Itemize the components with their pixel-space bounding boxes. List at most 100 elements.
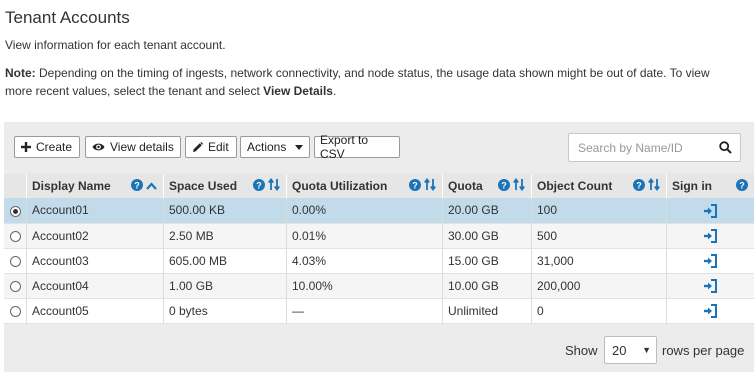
column-quota[interactable]: Quota ?	[442, 174, 532, 198]
cell-object-count: 200,000	[531, 273, 667, 299]
row-radio[interactable]	[9, 230, 21, 242]
edit-button[interactable]: Edit	[185, 136, 237, 158]
help-icon[interactable]: ?	[131, 178, 143, 194]
rows-per-page-value: 20	[612, 343, 627, 358]
svg-text:?: ?	[412, 180, 418, 190]
column-space-used[interactable]: Space Used ?	[163, 174, 287, 198]
row-radio[interactable]	[9, 255, 21, 267]
cell-display-name: Account04	[26, 273, 164, 299]
cell-quota: 10.00 GB	[442, 273, 532, 299]
row-select-cell	[4, 273, 27, 299]
svg-text:?: ?	[256, 180, 262, 190]
help-icon[interactable]: ?	[409, 178, 421, 194]
column-label: Quota	[448, 179, 483, 193]
row-select-cell	[4, 298, 27, 324]
column-display-name[interactable]: Display Name ?	[26, 174, 164, 198]
svg-text:?: ?	[739, 180, 745, 190]
table-header-row: Display Name ? Space Used ? Quota Utiliz…	[4, 174, 754, 198]
sort-arrows-icon[interactable]	[424, 177, 436, 194]
help-icon[interactable]: ?	[633, 178, 645, 194]
cell-quota-utilization: 0.01%	[286, 223, 443, 249]
sign-in-icon[interactable]	[703, 278, 718, 293]
sort-ascending-icon[interactable]	[146, 179, 157, 193]
row-select-cell	[4, 248, 27, 274]
sign-in-icon[interactable]	[703, 253, 718, 268]
row-radio[interactable]	[9, 205, 21, 217]
sign-in-icon[interactable]	[703, 303, 718, 318]
note-text: Depending on the timing of ingests, netw…	[5, 66, 710, 98]
actions-label: Actions	[247, 140, 287, 154]
row-radio[interactable]	[9, 280, 21, 292]
cell-sign-in	[666, 198, 754, 224]
plus-icon	[21, 142, 31, 152]
help-icon[interactable]: ?	[736, 178, 748, 194]
cell-object-count: 0	[531, 298, 667, 324]
sort-arrows-icon[interactable]	[268, 177, 280, 194]
note-label: Note:	[5, 66, 36, 80]
cell-quota: Unlimited	[442, 298, 532, 324]
cell-quota: 20.00 GB	[442, 198, 532, 224]
create-button[interactable]: Create	[14, 136, 80, 158]
select-column-header	[4, 174, 27, 198]
toolbar: Create View details Edit Actions Export …	[4, 122, 754, 174]
cell-display-name: Account02	[26, 223, 164, 249]
cell-sign-in	[666, 298, 754, 324]
cell-sign-in	[666, 273, 754, 299]
pagination-bar: Show 20 ▼ rows per page	[4, 326, 754, 372]
table-row[interactable]: Account05 0 bytes — Unlimited 0	[4, 298, 754, 324]
sign-in-icon[interactable]	[703, 203, 718, 218]
tenant-table: Display Name ? Space Used ? Quota Utiliz…	[4, 174, 754, 324]
pencil-icon	[192, 141, 203, 153]
column-label: Sign in	[672, 179, 712, 193]
table-row[interactable]: Account04 1.00 GB 10.00% 10.00 GB 200,000	[4, 273, 754, 299]
page-subtitle: View information for each tenant account…	[5, 38, 226, 52]
cell-space-used: 1.00 GB	[163, 273, 287, 299]
search-box	[568, 133, 741, 162]
help-icon[interactable]: ?	[253, 178, 265, 194]
note-view-details: View Details	[263, 84, 333, 98]
column-object-count[interactable]: Object Count ?	[531, 174, 667, 198]
table-row[interactable]: Account03 605.00 MB 4.03% 15.00 GB 31,000	[4, 248, 754, 274]
cell-sign-in	[666, 248, 754, 274]
sort-arrows-icon[interactable]	[648, 177, 660, 194]
note-end: .	[332, 84, 337, 98]
search-input[interactable]	[578, 140, 713, 156]
sign-in-icon[interactable]	[703, 228, 718, 243]
row-radio[interactable]	[9, 305, 21, 317]
row-select-cell	[4, 223, 27, 249]
column-label: Display Name	[32, 179, 111, 193]
view-details-button[interactable]: View details	[85, 136, 181, 158]
usage-note: Note: Depending on the timing of ingests…	[5, 64, 740, 100]
cell-object-count: 500	[531, 223, 667, 249]
cell-sign-in	[666, 223, 754, 249]
column-label: Space Used	[169, 179, 238, 193]
actions-dropdown[interactable]: Actions	[240, 136, 310, 158]
svg-text:?: ?	[501, 180, 507, 190]
column-sign-in: Sign in ?	[666, 174, 754, 198]
column-label: Object Count	[537, 179, 613, 193]
svg-text:?: ?	[636, 180, 642, 190]
cell-quota: 30.00 GB	[442, 223, 532, 249]
export-csv-label: Export to CSV	[320, 133, 369, 161]
cell-space-used: 2.50 MB	[163, 223, 287, 249]
svg-text:?: ?	[134, 180, 140, 190]
export-csv-button[interactable]: Export to CSV	[314, 133, 400, 161]
help-icon[interactable]: ?	[498, 178, 510, 194]
column-label: Quota Utilization	[292, 179, 388, 193]
caret-down-icon	[295, 144, 303, 150]
cell-quota-utilization: —	[286, 298, 443, 324]
row-select-cell	[4, 198, 27, 224]
column-quota-utilization[interactable]: Quota Utilization ?	[286, 174, 443, 198]
rows-per-page-select[interactable]: 20 ▼	[604, 336, 657, 364]
search-icon[interactable]	[719, 141, 732, 159]
show-label: Show	[565, 343, 598, 358]
table-row[interactable]: Account01 500.00 KB 0.00% 20.00 GB 100	[4, 198, 754, 224]
sort-arrows-icon[interactable]	[513, 177, 525, 194]
cell-display-name: Account01	[26, 198, 164, 224]
cell-object-count: 31,000	[531, 248, 667, 274]
tenant-accounts-panel: Create View details Edit Actions Export …	[4, 122, 754, 372]
table-row[interactable]: Account02 2.50 MB 0.01% 30.00 GB 500	[4, 223, 754, 249]
view-details-label: View details	[110, 140, 174, 154]
rows-per-page-label: rows per page	[662, 343, 745, 358]
cell-quota-utilization: 0.00%	[286, 198, 443, 224]
